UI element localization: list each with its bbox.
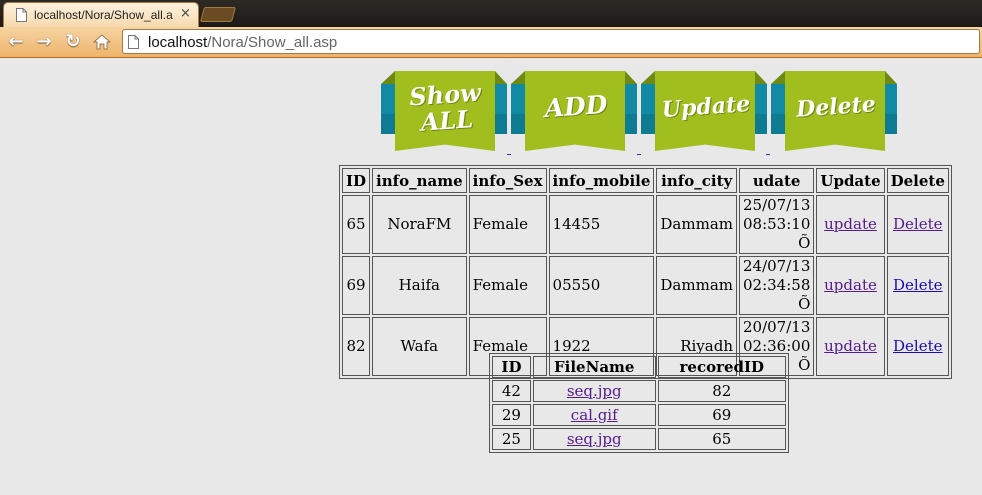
delete-link[interactable]: Delete [893,276,942,294]
address-bar[interactable]: localhost/Nora/Show_all.asp [122,29,980,54]
udate-date: 20/07/13 [743,318,811,336]
cell-record-id: 69 [657,404,786,426]
cell-filename: cal.gif [532,404,656,426]
column-header: FileName [532,356,656,378]
cell-name: NoraFM [372,195,467,254]
cell-record-id: 65 [657,428,786,450]
udate-date: 24/07/13 [743,257,811,275]
delete-link[interactable]: Delete [893,337,942,355]
delete-button[interactable]: Delete [771,68,897,156]
cell-id: 42 [492,380,531,402]
banner-link-underline[interactable] [637,153,641,155]
cell-id: 29 [492,404,531,426]
info-table: ID info_name info_Sex info_mobile info_c… [339,165,952,379]
column-header: Delete [886,168,949,193]
cell-delete: Delete [886,256,949,315]
ribbon-fold [771,71,785,84]
table-row: 25 seq.jpg 65 [492,428,786,450]
table-row: 29 cal.gif 69 [492,404,786,426]
ribbon-fold [885,71,897,84]
cell-delete: Delete [886,317,949,376]
files-table: ID FileName recoredID 42 seq.jpg 82 29 c… [489,353,789,453]
table-header-row: ID FileName recoredID [492,356,786,378]
banner-link-underline[interactable] [766,153,770,155]
cell-name: Wafa [372,317,467,376]
table-row: 42 seq.jpg 82 [492,380,786,402]
cell-udate: 24/07/13 02:34:58 Õ [739,256,815,315]
banner-link-underline[interactable] [507,153,511,155]
ribbon-fold [495,71,507,84]
ribbon-fold [755,71,767,84]
column-header: recoredID [657,356,786,378]
column-header: info_city [656,168,737,193]
show-all-label: Show ALL [408,77,482,137]
column-header: ID [342,168,371,193]
cell-update: update [816,256,885,315]
column-header: udate [739,168,815,193]
page-icon [16,8,27,22]
table-row: 69 Haifa Female 05550 Dammam 24/07/13 02:… [342,256,949,315]
home-icon[interactable] [92,32,112,52]
udate-time: 02:34:58 Õ [743,276,811,313]
update-link[interactable]: update [824,337,877,355]
close-tab-icon[interactable]: × [180,6,191,21]
forward-arrow-icon[interactable]: → [34,32,54,52]
table-row: 65 NoraFM Female 14455 Dammam 25/07/13 08… [342,195,949,254]
back-arrow-icon[interactable]: ← [6,32,26,52]
cell-mobile: 14455 [548,195,655,254]
show-all-button[interactable]: Show ALL [381,68,507,156]
add-button[interactable]: ADD [511,68,637,156]
cell-city: Dammam [656,256,737,315]
update-button[interactable]: Update [641,68,767,156]
tab-strip: localhost/Nora/Show_all.a × [0,0,982,27]
page-icon [128,35,139,49]
update-link[interactable]: update [824,215,877,233]
cell-update: update [816,317,885,376]
new-tab-button[interactable] [199,7,237,22]
file-link[interactable]: seq.jpg [567,382,622,400]
udate-date: 25/07/13 [743,196,811,214]
cell-sex: Female [468,256,547,315]
cell-sex: Female [468,195,547,254]
cell-id: 65 [342,195,371,254]
file-link[interactable]: cal.gif [571,406,618,424]
cell-update: update [816,195,885,254]
column-header: Update [816,168,885,193]
cell-filename: seq.jpg [532,428,656,450]
url-text: localhost/Nora/Show_all.asp [148,34,337,51]
cell-filename: seq.jpg [532,380,656,402]
cell-city: Dammam [656,195,737,254]
cell-mobile: 05550 [548,256,655,315]
cell-delete: Delete [886,195,949,254]
ribbon-fold [381,71,395,84]
udate-time: 08:53:10 Õ [743,215,811,252]
cell-id: 69 [342,256,371,315]
cell-name: Haifa [372,256,467,315]
url-host: localhost [148,34,208,51]
column-header: info_mobile [548,168,655,193]
column-header: info_name [372,168,467,193]
cell-udate: 25/07/13 08:53:10 Õ [739,195,815,254]
url-path: /Nora/Show_all.asp [207,34,338,51]
reload-icon[interactable]: ↻ [63,32,83,52]
column-header: info_Sex [468,168,547,193]
delete-link[interactable]: Delete [893,215,942,233]
cell-id: 82 [342,317,371,376]
ribbon-fold [511,71,525,84]
column-header: ID [492,356,531,378]
ribbon-fold [641,71,655,84]
update-link[interactable]: update [824,276,877,294]
file-link[interactable]: seq.jpg [567,430,622,448]
browser-toolbar: ← → ↻ localhost/Nora/Show_all.asp [0,27,982,58]
ribbon-fold [625,71,637,84]
tab-title: localhost/Nora/Show_all.a [34,8,173,22]
cell-id: 25 [492,428,531,450]
browser-tab[interactable]: localhost/Nora/Show_all.a × [3,2,199,27]
cell-record-id: 82 [657,380,786,402]
table-header-row: ID info_name info_Sex info_mobile info_c… [342,168,949,193]
